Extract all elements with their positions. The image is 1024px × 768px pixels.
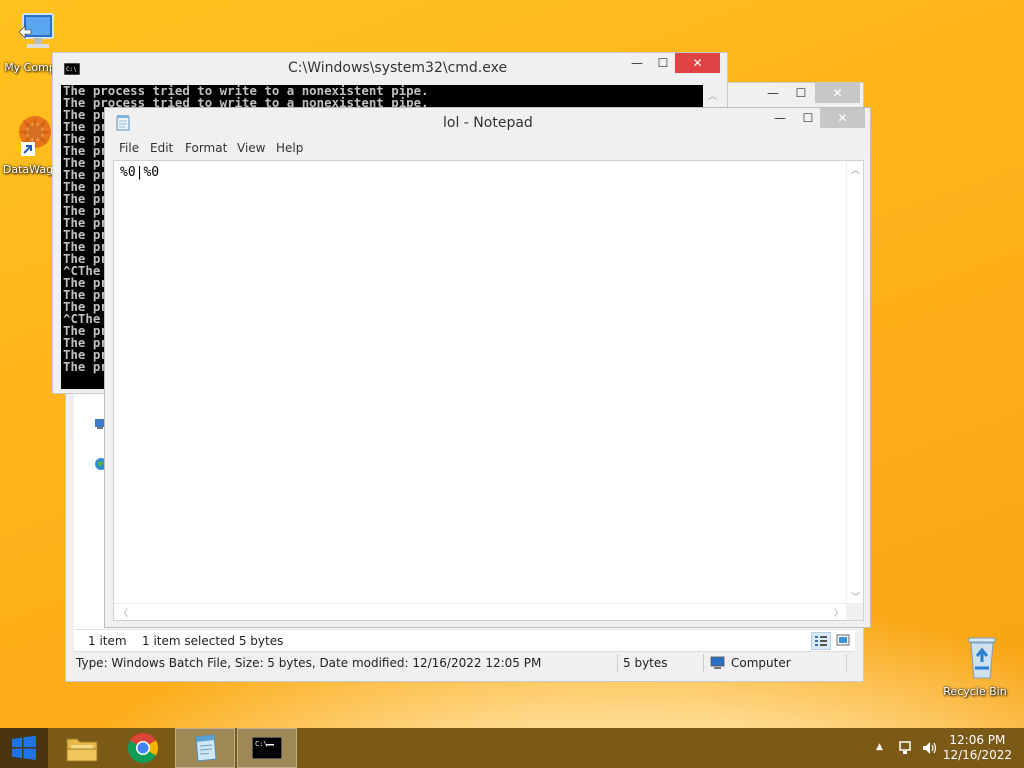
item-count: 1 item <box>88 634 127 648</box>
notepad-app-icon <box>116 115 130 131</box>
show-hidden-icons-button[interactable]: ▲ <box>876 742 883 752</box>
desktop-icon-my-computer[interactable]: My Comp <box>0 12 60 74</box>
taskbar-cmd[interactable]: C:\ <box>237 728 297 768</box>
maximize-button[interactable]: ☐ <box>794 108 822 128</box>
minimize-button[interactable]: — <box>623 53 651 73</box>
editor-content[interactable]: %0|%0 <box>120 165 159 180</box>
datawag-icon <box>19 116 51 156</box>
menu-format[interactable]: Format <box>185 141 227 155</box>
taskbar-chrome[interactable] <box>113 728 173 768</box>
recycle-bin-icon <box>968 637 996 679</box>
details-view-button[interactable] <box>811 632 831 650</box>
desktop-icon-label: Recycle Bin <box>943 685 1007 698</box>
window-title: lol - Notepad <box>443 115 533 131</box>
details-view-icon <box>815 636 827 646</box>
close-button[interactable]: ✕ <box>820 108 865 128</box>
explorer-status-bar: 1 item 1 item selected 5 bytes <box>74 629 855 651</box>
menu-bar: File Edit Format View Help <box>105 138 870 160</box>
maximize-button[interactable]: ☐ <box>649 53 677 73</box>
close-button[interactable]: ✕ <box>815 83 860 103</box>
desktop-icon-label: My Comp <box>4 61 56 74</box>
clock-date: 12/16/2022 <box>942 748 1012 762</box>
title-bar[interactable]: C:\ C:\Windows\system32\cmd.exe — ☐ ✕ <box>53 53 727 83</box>
clock-time: 12:06 PM <box>949 733 1006 747</box>
folder-icon <box>66 738 98 762</box>
menu-help[interactable]: Help <box>276 141 303 155</box>
notepad-window: lol - Notepad — ☐ ✕ File Edit Format Vie… <box>104 107 871 628</box>
text-editor[interactable]: %0|%0 ︿ ﹀ 〈 〉 <box>113 160 864 621</box>
horizontal-scrollbar[interactable]: 〈 〉 <box>114 603 847 620</box>
desktop-icon-label: DataWag <box>2 163 54 176</box>
scroll-down-arrow[interactable]: ﹀ <box>851 590 860 603</box>
menu-edit[interactable]: Edit <box>150 141 173 155</box>
title-bar[interactable]: lol - Notepad — ☐ ✕ <box>105 108 870 138</box>
cmd-icon: C:\ <box>252 737 282 759</box>
notepad-icon <box>195 734 217 762</box>
taskbar: C:\ ▲ 12:06 PM 12/16/2022 <box>0 728 1024 768</box>
svg-text:C:\: C:\ <box>255 740 268 748</box>
menu-view[interactable]: View <box>237 141 265 155</box>
file-size: 5 bytes <box>623 656 668 670</box>
explorer-details-bar: Type: Windows Batch File, Size: 5 bytes,… <box>74 651 855 673</box>
svg-text:C:\: C:\ <box>66 66 77 73</box>
desktop-icon-datawag[interactable]: DataWag <box>0 110 56 176</box>
divider <box>617 654 618 672</box>
close-button[interactable]: ✕ <box>675 53 720 73</box>
computer-small-icon <box>710 656 725 669</box>
location-label: Computer <box>731 656 791 670</box>
size-grip[interactable] <box>846 603 863 620</box>
minimize-button[interactable]: — <box>766 108 794 128</box>
window-title: C:\Windows\system32\cmd.exe <box>288 60 508 76</box>
network-icon[interactable] <box>898 740 914 756</box>
desktop-icon-recycle-bin[interactable]: Recycle Bin <box>942 632 1008 698</box>
system-clock[interactable]: 12:06 PM 12/16/2022 <box>943 733 1012 763</box>
scroll-right-arrow[interactable]: 〉 <box>834 606 843 619</box>
vertical-scrollbar[interactable]: ︿ ﹀ <box>846 161 863 605</box>
cmd-app-icon: C:\ <box>64 63 80 75</box>
volume-icon[interactable] <box>921 740 937 756</box>
scroll-left-arrow[interactable]: 〈 <box>119 606 128 619</box>
taskbar-notepad[interactable] <box>175 728 235 768</box>
taskbar-file-explorer[interactable] <box>52 728 112 768</box>
minimize-button[interactable]: — <box>759 83 787 103</box>
computer-icon <box>18 13 54 48</box>
large-icons-view-icon <box>836 634 850 646</box>
start-button[interactable] <box>0 728 48 768</box>
large-icons-view-button[interactable] <box>834 632 854 650</box>
scroll-up-arrow[interactable]: ︿ <box>708 89 717 102</box>
menu-file[interactable]: File <box>119 141 139 155</box>
scroll-up-arrow[interactable]: ︿ <box>851 163 860 176</box>
selection-info: 1 item selected 5 bytes <box>142 634 284 648</box>
file-details: Type: Windows Batch File, Size: 5 bytes,… <box>76 656 542 670</box>
windows-logo-icon <box>12 735 36 760</box>
divider <box>846 654 847 672</box>
divider <box>703 654 704 672</box>
chrome-icon <box>127 733 159 764</box>
maximize-button[interactable]: ☐ <box>787 83 815 103</box>
